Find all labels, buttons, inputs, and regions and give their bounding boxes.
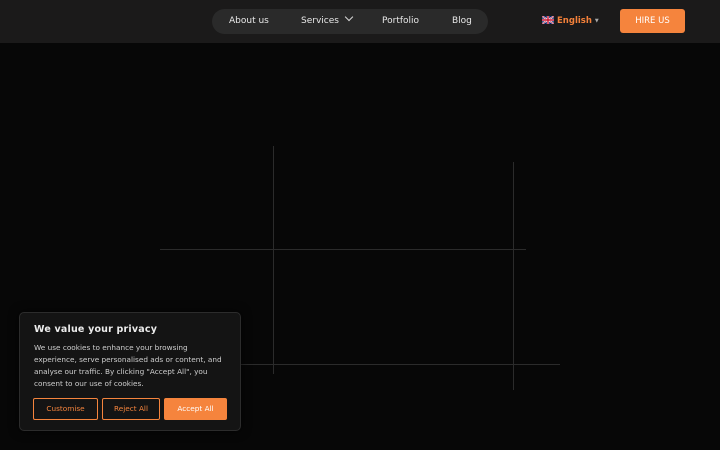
nav-services-label: Services — [301, 16, 339, 26]
page: About us Services Portfolio Blog English… — [0, 0, 720, 450]
nav-services[interactable]: Services — [301, 9, 354, 34]
nav-portfolio[interactable]: Portfolio — [382, 9, 419, 34]
grid-line-horizontal — [160, 249, 526, 250]
language-switcher[interactable]: English ▼ — [542, 15, 599, 27]
customise-button[interactable]: Customise — [33, 398, 98, 420]
chevron-down-icon — [344, 12, 354, 22]
cookie-description: We use cookies to enhance your browsing … — [34, 343, 222, 388]
grid-line-horizontal — [240, 364, 560, 365]
site-header: About us Services Portfolio Blog English… — [0, 0, 720, 43]
nav-about-us[interactable]: About us — [229, 9, 269, 34]
hire-us-button[interactable]: HIRE US — [620, 9, 685, 33]
main-nav: About us Services Portfolio Blog — [212, 9, 488, 34]
uk-flag-icon — [542, 16, 554, 24]
language-label: English — [557, 16, 592, 26]
grid-line-vertical — [513, 162, 514, 390]
grid-line-vertical — [273, 146, 274, 374]
cookie-consent-banner: We value your privacy We use cookies to … — [19, 312, 241, 431]
cookie-title: We value your privacy — [34, 324, 158, 335]
caret-down-icon: ▼ — [594, 18, 599, 24]
accept-all-button[interactable]: Accept All — [164, 398, 227, 420]
nav-blog[interactable]: Blog — [452, 9, 472, 34]
reject-all-button[interactable]: Reject All — [102, 398, 160, 420]
